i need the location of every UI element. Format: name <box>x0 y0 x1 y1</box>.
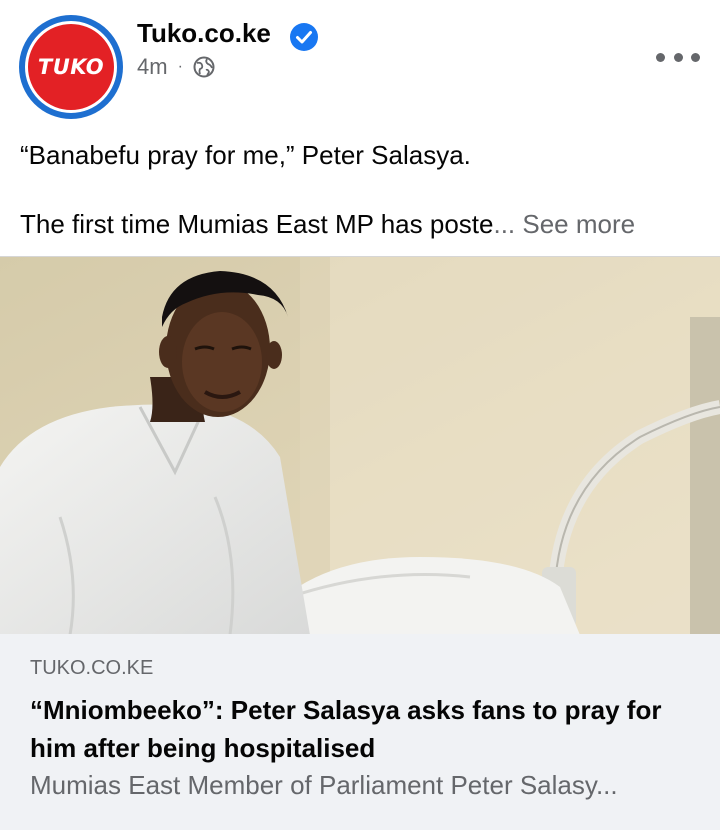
avatar-logo-circle: TUKO <box>25 21 117 113</box>
post-timestamp[interactable]: 4m <box>137 54 168 80</box>
avatar-logo-text: TUKO <box>37 55 105 79</box>
more-dot <box>691 52 700 62</box>
post-meta: 4m · <box>137 54 215 80</box>
more-dot <box>656 52 665 62</box>
link-preview-card[interactable]: TUKO.CO.KE “Mniombeeko”: Peter Salasya a… <box>0 634 720 830</box>
post-photo[interactable] <box>0 256 720 635</box>
link-title[interactable]: “Mniombeeko”: Peter Salasya asks fans to… <box>30 691 690 767</box>
post-header: TUKO Tuko.co.ke 4m · <box>0 0 720 120</box>
more-dot <box>673 52 683 62</box>
caption-ellipsis: ... <box>493 209 516 239</box>
link-description: Mumias East Member of Parliament Peter S… <box>30 770 618 800</box>
verified-badge-icon <box>290 23 318 51</box>
caption-text: The first time Mumias East MP has poste <box>20 209 494 239</box>
caption-line: “Banabefu pray for me,” Peter Salasya. <box>20 140 471 170</box>
meta-separator: · <box>177 58 183 75</box>
see-more-link[interactable]: See more <box>515 209 635 239</box>
caption-line: The first time Mumias East MP has poste.… <box>20 206 635 242</box>
more-options-button[interactable] <box>656 44 700 70</box>
globe-icon[interactable] <box>193 56 215 78</box>
hospital-photo-image <box>0 257 720 635</box>
page-name-link[interactable]: Tuko.co.ke <box>137 18 271 49</box>
link-domain: TUKO.CO.KE <box>30 657 154 679</box>
page-avatar[interactable]: TUKO <box>19 15 123 119</box>
